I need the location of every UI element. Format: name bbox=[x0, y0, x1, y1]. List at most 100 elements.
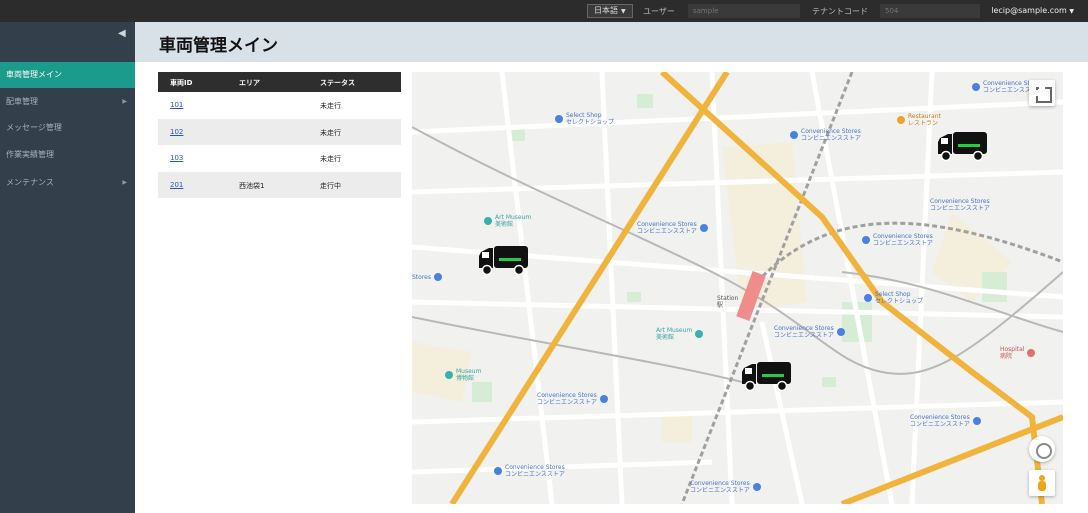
store-pin-icon bbox=[599, 395, 608, 403]
area-cell: 西池袋1 bbox=[239, 181, 265, 190]
poi-label: Art Museum bbox=[656, 327, 693, 334]
sidebar-item-dispatch[interactable]: 配車管理 ▶ bbox=[0, 89, 135, 115]
tenant-input[interactable] bbox=[880, 4, 980, 18]
language-select[interactable]: 日本語 ▼ bbox=[587, 4, 633, 18]
poi-museum[interactable]: Museum 博物館 bbox=[445, 368, 481, 382]
garbage-truck-icon[interactable] bbox=[477, 244, 531, 276]
poi-convenience-7[interactable]: Convenience Stores コンビニエンスストア bbox=[910, 414, 984, 428]
store-pin-icon bbox=[836, 328, 845, 336]
chevron-down-icon: ▼ bbox=[621, 8, 626, 15]
poi-sublabel: 美術館 bbox=[656, 334, 675, 341]
vehicle-id-link[interactable]: 102 bbox=[170, 128, 183, 136]
shopping-pin-icon bbox=[555, 115, 563, 123]
chevron-right-icon: ▶ bbox=[122, 179, 127, 186]
account-menu[interactable]: lecip@sample.com ▼ bbox=[991, 6, 1074, 15]
poi-select-shop-1[interactable]: Select Shop セレクトショップ bbox=[555, 112, 614, 126]
poi-convenience-3[interactable]: Convenience Stores コンビニエンスストア bbox=[637, 221, 711, 235]
status-cell: 未走行 bbox=[320, 128, 341, 137]
fullscreen-icon[interactable] bbox=[1029, 80, 1055, 106]
museum-pin-icon bbox=[445, 371, 453, 379]
poi-convenience-1[interactable]: Convenience Stores コンビニエンスストア bbox=[790, 128, 861, 142]
poi-sublabel: コンビニエンスストア bbox=[873, 240, 933, 247]
poi-sublabel: 駅 bbox=[717, 302, 724, 309]
caret-down-icon: ▼ bbox=[1069, 8, 1074, 15]
poi-sublabel: コンビニエンスストア bbox=[537, 399, 597, 406]
poi-convenience-10[interactable]: Convenience Stores コンビニエンスストア bbox=[930, 198, 990, 212]
sidebar: ◀ 車両管理メイン 配車管理 ▶ メッセージ管理 作業実績管理 メンテナンス ▶ bbox=[0, 22, 135, 513]
garbage-truck-icon[interactable] bbox=[936, 130, 990, 162]
vehicle-map[interactable]: Select Shop セレクトショップ Convenience Stores コン… bbox=[412, 72, 1063, 504]
store-pin-icon bbox=[862, 236, 870, 244]
sidebar-item-label: メンテナンス bbox=[6, 178, 54, 187]
vehicle-id-link[interactable]: 201 bbox=[170, 181, 183, 189]
sidebar-item-label: メッセージ管理 bbox=[6, 123, 62, 132]
poi-select-shop-2[interactable]: Select Shop セレクトショップ bbox=[864, 291, 923, 305]
sidebar-item-maintenance[interactable]: メンテナンス ▶ bbox=[0, 170, 135, 196]
poi-sublabel: コンビニエンスストア bbox=[637, 228, 697, 235]
poi-sublabel: コンビニエンスストア bbox=[910, 421, 970, 428]
table-header: 車両ID エリア ステータス bbox=[158, 72, 401, 92]
user-input[interactable] bbox=[688, 4, 800, 18]
poi-label: Convenience Stores bbox=[930, 198, 990, 205]
store-pin-icon bbox=[972, 417, 981, 425]
museum-pin-icon bbox=[484, 217, 492, 225]
museum-pin-icon bbox=[695, 330, 704, 338]
poi-sublabel: レストラン bbox=[908, 120, 939, 127]
poi-convenience-4[interactable]: Convenience Stores コンビニエンスストア bbox=[862, 233, 933, 247]
status-cell: 未走行 bbox=[320, 102, 341, 110]
pegman-icon[interactable] bbox=[1029, 470, 1055, 496]
poi-stores-edge[interactable]: Stores bbox=[412, 273, 445, 281]
my-location-icon[interactable] bbox=[1029, 436, 1055, 462]
poi-convenience-6[interactable]: Convenience Stores コンビニエンスストア bbox=[537, 392, 611, 406]
store-pin-icon bbox=[699, 224, 708, 232]
table-row: 102 未走行 bbox=[158, 118, 401, 145]
poi-convenience-5[interactable]: Convenience Stores コンビニエンスストア bbox=[774, 325, 848, 339]
chevron-right-icon: ▶ bbox=[122, 98, 127, 105]
table-row: 201 西池袋1 走行中 bbox=[158, 171, 401, 198]
poi-sublabel: セレクトショップ bbox=[875, 298, 924, 305]
collapse-sidebar-icon[interactable]: ◀ bbox=[118, 28, 126, 39]
poi-label: Hospital bbox=[1000, 346, 1025, 353]
poi-art-museum-2[interactable]: Art Museum 美術館 bbox=[656, 327, 706, 341]
store-pin-icon bbox=[790, 131, 798, 139]
poi-hospital[interactable]: Hospital 病院 bbox=[1000, 346, 1038, 360]
poi-art-museum-1[interactable]: Art Museum 美術館 bbox=[484, 214, 531, 228]
poi-sublabel: コンビニエンスストア bbox=[690, 487, 750, 494]
sidebar-item-vehicle-main[interactable]: 車両管理メイン bbox=[0, 62, 135, 88]
sidebar-item-label: 車両管理メイン bbox=[6, 70, 62, 79]
poi-label: Convenience Stores bbox=[537, 392, 597, 399]
page-header: 車両管理メイン bbox=[135, 22, 1088, 62]
poi-sublabel: セレクトショップ bbox=[566, 119, 615, 126]
page-title: 車両管理メイン bbox=[159, 36, 278, 56]
store-pin-icon bbox=[494, 467, 502, 475]
poi-sublabel: コンビニエンスストア bbox=[801, 135, 861, 142]
poi-sublabel: 病院 bbox=[1000, 353, 1013, 360]
sidebar-item-work-results[interactable]: 作業実績管理 bbox=[0, 142, 135, 168]
poi-sublabel: コンビニエンスストア bbox=[505, 471, 565, 478]
vehicle-id-link[interactable]: 103 bbox=[170, 154, 183, 162]
sidebar-item-messages[interactable]: メッセージ管理 bbox=[0, 115, 135, 141]
poi-station[interactable]: Station 駅 bbox=[717, 295, 738, 309]
vehicle-id-link[interactable]: 101 bbox=[170, 101, 183, 109]
poi-restaurant[interactable]: Restaurant レストラン bbox=[897, 113, 941, 127]
account-email: lecip@sample.com bbox=[991, 6, 1067, 15]
tenant-label: テナントコード bbox=[812, 7, 868, 16]
poi-label: Convenience Stores bbox=[690, 480, 750, 487]
column-header-area: エリア bbox=[239, 79, 260, 87]
poi-label: Convenience Stores bbox=[801, 128, 861, 135]
poi-convenience-9[interactable]: Convenience Stores コンビニエンスストア bbox=[690, 480, 764, 494]
garbage-truck-icon[interactable] bbox=[740, 360, 794, 392]
top-bar: 日本語▼ ユーザー テナントコード lecip@sample.com ▼ bbox=[0, 0, 1088, 22]
store-pin-icon bbox=[752, 483, 761, 491]
table-row: 101 未走行 bbox=[158, 92, 401, 119]
poi-label: Convenience Stores bbox=[910, 414, 970, 421]
poi-label: Museum bbox=[456, 368, 482, 375]
poi-convenience-8[interactable]: Convenience Stores コンビニエンスストア bbox=[494, 464, 565, 478]
table-row: 103 未走行 bbox=[158, 145, 401, 172]
poi-label: Convenience Stores bbox=[505, 464, 565, 471]
poi-label: Convenience Stores bbox=[637, 221, 697, 228]
store-pin-icon bbox=[972, 83, 980, 91]
poi-label: Convenience Stores bbox=[873, 233, 933, 240]
poi-sublabel: 博物館 bbox=[456, 375, 475, 382]
hospital-pin-icon bbox=[1027, 349, 1036, 357]
